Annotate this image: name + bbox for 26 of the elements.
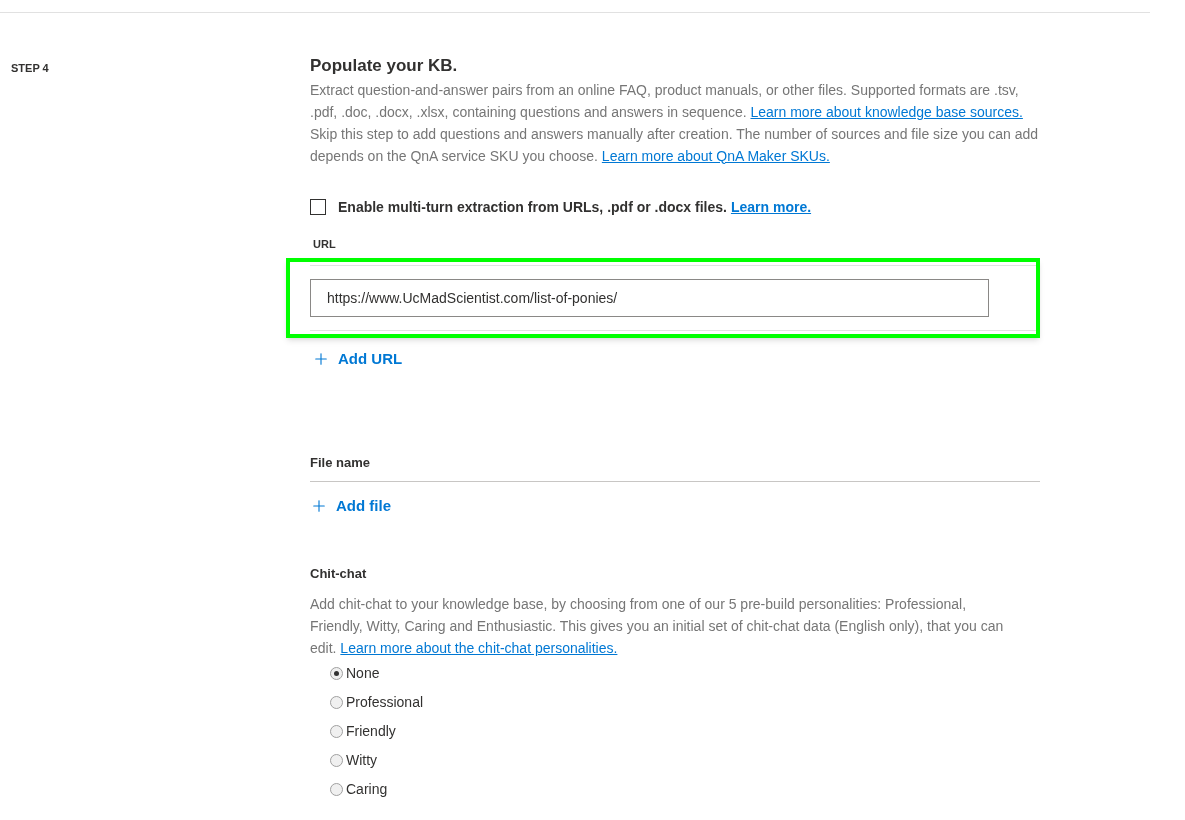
radio-label: None bbox=[346, 664, 380, 683]
learn-more-link[interactable]: Learn more about knowledge base sources. bbox=[750, 103, 1023, 120]
file-heading: File name bbox=[310, 452, 1040, 482]
description-text: Add chit-chat to your knowledge base, by choosing from one of our 5 pre-build personalities: Professional, Friendly, Witty, Caring and Enthusiastic. This gives you an initial set of chit-chat data (English only), that you can edit. Learn more about the chit-chat personalities. bbox=[310, 595, 1005, 658]
add-button[interactable]: Add file bbox=[310, 495, 391, 518]
radio-label: Witty bbox=[346, 751, 378, 770]
checkbox[interactable] bbox=[310, 199, 326, 215]
radio-label: Professional bbox=[346, 693, 424, 712]
radio-label: Caring bbox=[346, 780, 388, 799]
radio-button[interactable] bbox=[330, 754, 343, 767]
radio-button[interactable] bbox=[330, 667, 343, 680]
radio-label: Friendly bbox=[346, 722, 396, 741]
learn-more-link[interactable]: Learn more about QnA Maker SKUs. bbox=[601, 147, 830, 164]
learn-more-link[interactable]: Learn more. bbox=[730, 196, 812, 218]
checkbox-label: Enable multi-turn extraction from URLs, .pdf or .docx files. bbox=[338, 197, 727, 217]
url-heading: URL bbox=[313, 236, 337, 252]
radio-button[interactable] bbox=[330, 783, 343, 796]
radio-button[interactable] bbox=[330, 696, 343, 709]
description-text: Extract question-and-answer pairs from an online FAQ, product manuals, or other files. Supported formats are .tsv, .pdf, .doc, .docx, .xlsx, containing questions and answers in sequence. Learn more about knowledge base sources. Skip this step to add questions and answers manually after creation. The number of sources and file size you can add depends on the QnA service SKU you choose. Learn more about QnA Maker SKUs. bbox=[310, 80, 1040, 166]
radio-button[interactable] bbox=[330, 725, 343, 738]
url-input[interactable]: https://www.UcMadScientist.com/list-of-ponies/ bbox=[310, 279, 989, 317]
chit-chat-heading: Chit-chat bbox=[310, 564, 368, 583]
step-label: STEP 4 bbox=[11, 62, 49, 74]
section-title: Populate your KB. bbox=[310, 55, 459, 77]
learn-more-link[interactable]: Learn more about the chit-chat personalities. bbox=[340, 640, 618, 656]
add-button[interactable]: Add URL bbox=[312, 348, 403, 371]
